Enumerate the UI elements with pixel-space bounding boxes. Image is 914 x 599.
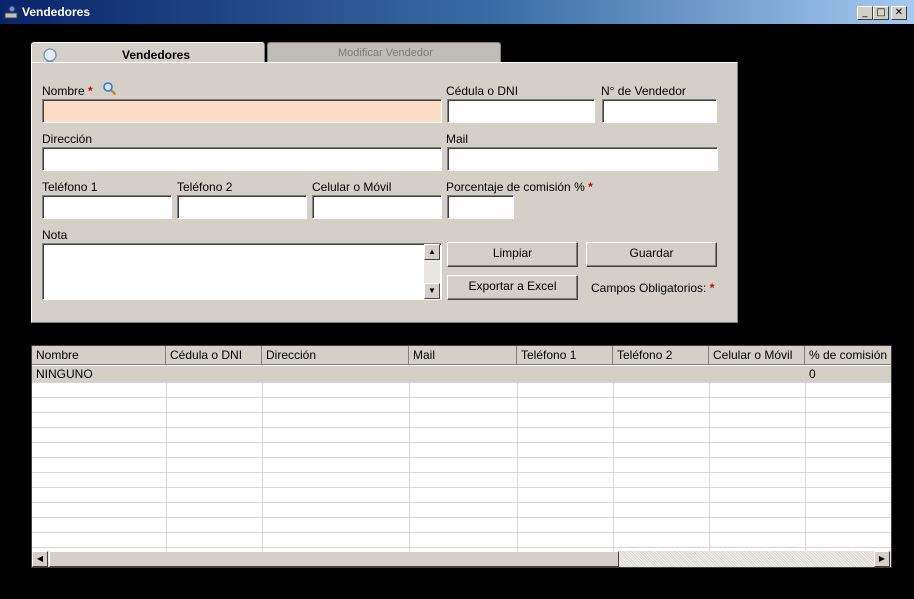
telefono1-label: Teléfono 1 [42, 180, 98, 194]
grid-row-line [32, 502, 891, 503]
nombre-required-mark: * [88, 84, 93, 98]
grid-column-header[interactable]: Dirección [262, 346, 409, 365]
nota-scrollbar[interactable]: ▲ ▼ [424, 244, 440, 299]
nro-vendedor-field[interactable] [602, 99, 717, 123]
nombre-label-text: Nombre [42, 84, 85, 98]
grid-row-line [32, 442, 891, 443]
vendors-grid[interactable]: Nombre Cédula o DNI Dirección Mail Teléfono … [31, 345, 892, 568]
nombre-field[interactable] [42, 99, 442, 123]
grid-row-line [32, 427, 891, 428]
grid-column-line [262, 365, 263, 551]
grid-column-header[interactable]: Celular o Móvil [709, 346, 805, 365]
grid-column-line [166, 365, 167, 551]
grid-row-line [32, 487, 891, 488]
grid-column-line [709, 365, 710, 551]
search-icon[interactable] [102, 81, 117, 96]
grid-row-line [32, 532, 891, 533]
grid-column-header[interactable]: Mail [409, 346, 517, 365]
comision-label: Porcentaje de comisión % * [446, 180, 593, 194]
tab-modificar-label: Modificar Vendedor [338, 47, 433, 59]
scroll-up-icon[interactable]: ▲ [424, 244, 440, 260]
cedula-label: Cédula o DNI [446, 84, 519, 98]
maximize-button[interactable]: □ [873, 6, 889, 20]
vendor-form-panel: Nombre * Cédula o DNI N° de Vendedor Dir… [31, 62, 738, 323]
telefono2-label: Teléfono 2 [177, 180, 233, 194]
campos-obligatorios-legend: Campos Obligatorios: * [591, 281, 714, 295]
nota-textarea[interactable]: ▲ ▼ [42, 243, 442, 300]
mail-label: Mail [446, 132, 469, 146]
nota-label: Nota [42, 228, 68, 242]
grid-column-header[interactable]: Nombre [32, 346, 166, 365]
telefono1-field[interactable] [42, 195, 172, 219]
scrollbar-thumb[interactable] [49, 551, 619, 567]
tab-vendedores[interactable]: Vendedores [31, 42, 265, 74]
app-icon [4, 5, 18, 19]
table-cell: NINGUNO [36, 367, 93, 381]
title-bar: Vendedores _ □ ✕ [0, 0, 914, 24]
direccion-label: Dirección [42, 132, 93, 146]
tab-modificar-vendedor[interactable]: Modificar Vendedor [267, 42, 501, 62]
limpiar-button[interactable]: Limpiar [447, 242, 578, 267]
grid-column-header[interactable]: Teléfono 2 [613, 346, 709, 365]
grid-column-line [517, 365, 518, 551]
celular-label: Celular o Móvil [312, 180, 392, 194]
direccion-field[interactable] [42, 147, 442, 171]
telefono2-field[interactable] [177, 195, 307, 219]
nro-vendedor-label: N° de Vendedor [601, 84, 686, 98]
table-cell: 0 [809, 367, 816, 381]
grid-row-line [32, 397, 891, 398]
scroll-left-icon[interactable]: ◀ [32, 551, 48, 567]
nombre-label: Nombre * [42, 84, 93, 98]
close-button[interactable]: ✕ [891, 6, 907, 20]
scroll-right-icon[interactable]: ▶ [874, 551, 890, 567]
mail-field[interactable] [447, 147, 718, 171]
grid-row-line [32, 382, 891, 383]
grid-column-header[interactable]: Teléfono 1 [517, 346, 613, 365]
grid-row-line [32, 412, 891, 413]
grid-column-line [613, 365, 614, 551]
minimize-button[interactable]: _ [857, 6, 873, 20]
grid-column-line [805, 365, 806, 551]
cedula-field[interactable] [447, 99, 595, 123]
grid-column-line [409, 365, 410, 551]
comision-label-text: Porcentaje de comisión % [446, 180, 585, 194]
horizontal-scrollbar[interactable]: ◀ ▶ [32, 551, 891, 567]
grid-row-line [32, 457, 891, 458]
grid-row-line [32, 472, 891, 473]
exportar-excel-button[interactable]: Exportar a Excel [447, 275, 578, 300]
grid-column-header[interactable]: Cédula o DNI [166, 346, 262, 365]
tab-vendedores-label: Vendedores [122, 48, 191, 62]
grid-row-line [32, 547, 891, 548]
window-title: Vendedores [22, 5, 91, 19]
legend-required-mark: * [709, 281, 715, 295]
comision-required-mark: * [588, 180, 593, 194]
campos-obligatorios-text: Campos Obligatorios: [591, 281, 707, 295]
table-row[interactable]: NINGUNO 0 [32, 366, 891, 382]
guardar-button[interactable]: Guardar [586, 242, 717, 267]
comision-field[interactable] [447, 195, 514, 219]
grid-column-header[interactable]: % de comisión [805, 346, 891, 365]
celular-field[interactable] [312, 195, 442, 219]
scroll-down-icon[interactable]: ▼ [424, 283, 440, 299]
grid-row-line [32, 517, 891, 518]
